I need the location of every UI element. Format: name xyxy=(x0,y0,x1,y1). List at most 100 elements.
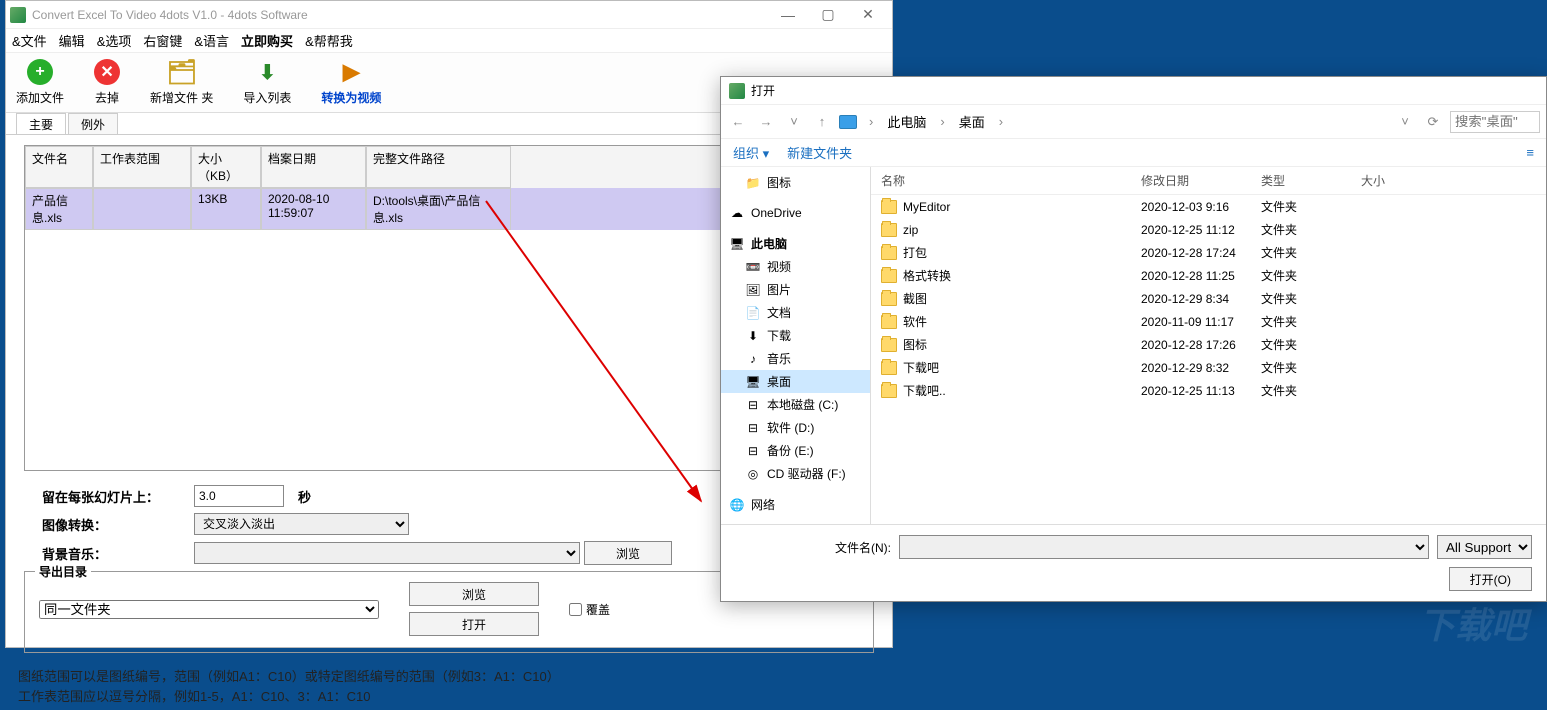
close-button[interactable]: ✕ xyxy=(848,2,888,28)
file-row[interactable]: 下载吧2020-12-29 8:32文件夹 xyxy=(871,356,1546,379)
open-button[interactable]: 打开(O) xyxy=(1449,567,1532,591)
nav-back-button[interactable]: ← xyxy=(727,111,749,133)
col-size[interactable]: 大小 xyxy=(1351,167,1431,194)
file-name: 下载吧 xyxy=(903,359,939,376)
menu-help[interactable]: &帮帮我 xyxy=(305,31,353,50)
sidebar-item-label: 图片 xyxy=(767,281,791,298)
sidebar-item-label: CD 驱动器 (F:) xyxy=(767,465,846,482)
remove-button[interactable]: ✕去掉 xyxy=(94,59,120,106)
sidebar-item-icon: ◎ xyxy=(745,466,761,482)
file-row[interactable]: 图标2020-12-28 17:26文件夹 xyxy=(871,333,1546,356)
folder-icon xyxy=(881,246,897,260)
sidebar-item-icon: 📄 xyxy=(745,305,761,321)
col-range[interactable]: 工作表范围 xyxy=(93,146,191,188)
col-type[interactable]: 类型 xyxy=(1251,167,1351,194)
file-row[interactable]: 打包2020-12-28 17:24文件夹 xyxy=(871,241,1546,264)
search-input[interactable] xyxy=(1450,111,1540,133)
newfolder-menu[interactable]: 新建文件夹 xyxy=(787,143,852,162)
sidebar-item[interactable]: ♪音乐 xyxy=(721,347,870,370)
sidebar-item[interactable]: ☁OneDrive xyxy=(721,202,870,224)
outdir-open-button[interactable]: 打开 xyxy=(409,612,539,636)
import-icon: ⬇ xyxy=(254,59,280,85)
minimize-button[interactable]: — xyxy=(768,2,808,28)
filename-input[interactable] xyxy=(899,535,1429,559)
file-row[interactable]: MyEditor2020-12-03 9:16文件夹 xyxy=(871,195,1546,218)
sidebar-item-icon: ⊟ xyxy=(745,443,761,459)
filelist-header: 名称 修改日期 类型 大小 xyxy=(871,167,1546,195)
tab-exclude[interactable]: 例外 xyxy=(68,113,118,134)
sidebar-item[interactable]: ◎ CD 驱动器 (F:) xyxy=(721,462,870,485)
nav-up-button[interactable]: ↑ xyxy=(811,111,833,133)
sidebar-item[interactable]: 🖥桌面 xyxy=(721,370,870,393)
sidebar-item[interactable]: 🖼图片 xyxy=(721,278,870,301)
output-dir-select[interactable]: 同一文件夹 xyxy=(39,600,379,619)
file-type: 文件夹 xyxy=(1251,334,1351,355)
bgm-browse-button[interactable]: 浏览 xyxy=(584,541,672,565)
menu-options[interactable]: &选项 xyxy=(97,31,132,50)
nav-recent-button[interactable]: ˅ xyxy=(783,111,805,133)
outdir-browse-button[interactable]: 浏览 xyxy=(409,582,539,606)
menu-rightkey[interactable]: 右窗键 xyxy=(143,31,182,50)
menu-buy[interactable]: 立即购买 xyxy=(241,31,293,50)
sidebar-item[interactable]: 📁图标 xyxy=(721,171,870,194)
file-row[interactable]: 下载吧..2020-12-25 11:13文件夹 xyxy=(871,379,1546,402)
col-size[interactable]: 大小（KB） xyxy=(191,146,261,188)
maximize-button[interactable]: ▢ xyxy=(808,2,848,28)
file-list[interactable]: 名称 修改日期 类型 大小 MyEditor2020-12-03 9:16文件夹… xyxy=(871,167,1546,524)
crumb-sep-icon: › xyxy=(938,114,946,129)
file-row[interactable]: 格式转换2020-12-28 11:25文件夹 xyxy=(871,264,1546,287)
hints: 图纸范围可以是图纸编号，范围（例如A1：C10）或特定图纸编号的范围（例如3：A… xyxy=(6,663,892,710)
crumb-dropdown-button[interactable]: ˅ xyxy=(1394,111,1416,133)
sidebar-item[interactable]: ⬇下载 xyxy=(721,324,870,347)
filter-select[interactable]: All Supported A xyxy=(1437,535,1532,559)
new-folder-button[interactable]: 🗂新增文件 夹 xyxy=(150,59,213,106)
crumb-desktop[interactable]: 桌面 xyxy=(953,112,991,131)
overwrite-input[interactable] xyxy=(569,603,582,616)
computer-icon xyxy=(839,115,857,129)
sidebar-item[interactable]: ⊟本地磁盘 (C:) xyxy=(721,393,870,416)
crumb-sep-icon: › xyxy=(997,114,1005,129)
col-date[interactable]: 修改日期 xyxy=(1131,167,1251,194)
crumb-pc[interactable]: 此电脑 xyxy=(881,112,932,131)
sidebar-item[interactable]: 📄文档 xyxy=(721,301,870,324)
file-type: 文件夹 xyxy=(1251,219,1351,240)
refresh-button[interactable]: ⟳ xyxy=(1422,111,1444,133)
convert-button[interactable]: ▶转换为视频 xyxy=(321,59,381,106)
sidebar-item[interactable]: 📼视频 xyxy=(721,255,870,278)
col-name[interactable]: 名称 xyxy=(871,167,1131,194)
sidebar-item[interactable]: ⊟软件 (D:) xyxy=(721,416,870,439)
bgm-select[interactable] xyxy=(194,542,580,564)
sidebar-item-icon: 🖥 xyxy=(745,374,761,390)
col-filename[interactable]: 文件名 xyxy=(25,146,93,188)
menu-edit[interactable]: 编辑 xyxy=(59,31,85,50)
menu-file[interactable]: &文件 xyxy=(12,31,47,50)
file-row[interactable]: 软件2020-11-09 11:17文件夹 xyxy=(871,310,1546,333)
add-file-button[interactable]: +添加文件 xyxy=(16,59,64,106)
file-size xyxy=(1351,205,1431,209)
dialog-body: 📁图标 ☁OneDrive 🖥此电脑📼视频🖼图片📄文档⬇下载♪音乐🖥桌面⊟本地磁盘 … xyxy=(721,167,1546,524)
sidebar[interactable]: 📁图标 ☁OneDrive 🖥此电脑📼视频🖼图片📄文档⬇下载♪音乐🖥桌面⊟本地磁盘 … xyxy=(721,167,871,524)
hint-1: 图纸范围可以是图纸编号，范围（例如A1：C10）或特定图纸编号的范围（例如3：A… xyxy=(18,667,880,687)
sidebar-item-icon: 🖥 xyxy=(729,236,745,252)
sidebar-item[interactable]: ⊟备份 (E:) xyxy=(721,439,870,462)
file-row[interactable]: 截图2020-12-29 8:34文件夹 xyxy=(871,287,1546,310)
file-name: 截图 xyxy=(903,290,927,307)
transition-select[interactable]: 交叉淡入淡出 xyxy=(194,513,409,535)
bgm-label: 背景音乐： xyxy=(24,544,194,563)
tab-main[interactable]: 主要 xyxy=(16,113,66,134)
sidebar-item[interactable]: 🌐网络 xyxy=(721,493,870,516)
file-row[interactable]: zip2020-12-25 11:12文件夹 xyxy=(871,218,1546,241)
folder-icon xyxy=(881,361,897,375)
col-path[interactable]: 完整文件路径 xyxy=(366,146,511,188)
sidebar-item[interactable]: 🖥此电脑 xyxy=(721,232,870,255)
view-options-button[interactable]: ≡ xyxy=(1526,145,1534,160)
nav-fwd-button[interactable]: → xyxy=(755,111,777,133)
menu-language[interactable]: &语言 xyxy=(194,31,229,50)
col-date[interactable]: 档案日期 xyxy=(261,146,366,188)
organize-menu[interactable]: 组织 ▾ xyxy=(733,143,769,162)
overwrite-checkbox[interactable]: 覆盖 xyxy=(569,601,610,618)
stay-input[interactable] xyxy=(194,485,284,507)
import-list-button[interactable]: ⬇导入列表 xyxy=(243,59,291,106)
dialog-footer: 文件名(N): All Supported A 打开(O) xyxy=(721,524,1546,601)
sidebar-item-label: 音乐 xyxy=(767,350,791,367)
